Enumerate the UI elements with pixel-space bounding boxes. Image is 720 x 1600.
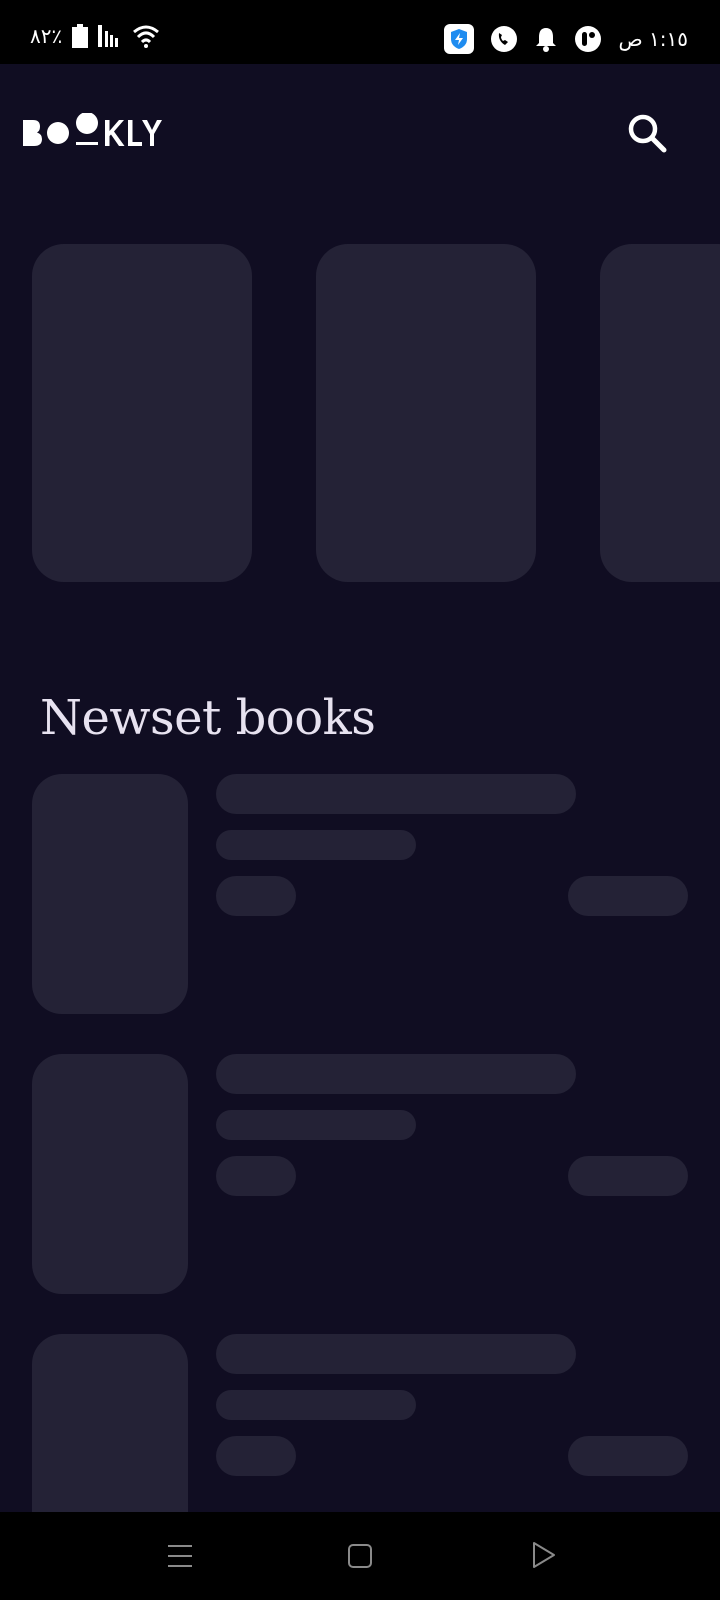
book-author-skeleton [216,1390,416,1420]
book-price-skeleton [216,1436,296,1476]
book-rating-skeleton [568,1156,688,1196]
book-rating-skeleton [568,1436,688,1476]
back-icon[interactable] [530,1540,558,1570]
status-right: ١:١٥ ص [444,24,688,54]
book-author-skeleton [216,1110,416,1140]
app-notification-icon [575,26,602,52]
security-app-icon [444,24,475,54]
section-title: Newset books [40,690,376,746]
book-price-skeleton [216,876,296,916]
system-nav-bar [0,1512,720,1600]
book-cover-skeleton [32,1054,188,1294]
book-price-skeleton [216,1156,296,1196]
notification-bell-icon [536,28,557,52]
book-author-skeleton [216,830,416,860]
book-title-skeleton [216,1054,576,1094]
featured-card-skeleton[interactable] [32,244,252,582]
book-title-skeleton [216,774,576,814]
battery-icon [72,24,89,48]
phone-app-icon [491,26,518,52]
book-cover-skeleton [32,774,188,1014]
search-icon[interactable] [626,112,670,156]
book-rating-skeleton [568,876,688,916]
status-bar: ٨٢٪ ١:١٥ ص [0,0,720,64]
featured-card-skeleton[interactable] [600,244,720,582]
battery-percent: ٨٢٪ [30,24,63,48]
app-logo [23,113,162,146]
signal-icon [98,25,119,47]
wifi-icon [133,25,160,48]
status-left: ٨٢٪ [30,24,160,48]
book-cover-skeleton [32,1334,188,1512]
recents-icon[interactable] [166,1542,194,1570]
status-time: ١:١٥ ص [618,27,688,51]
featured-card-skeleton[interactable] [316,244,536,582]
book-title-skeleton [216,1334,576,1374]
home-icon[interactable] [346,1542,374,1570]
